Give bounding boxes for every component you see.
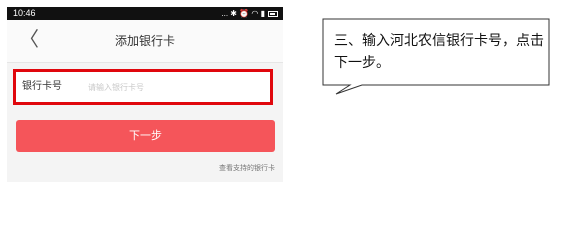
nav-bar: 〈 添加银行卡 [7, 20, 283, 63]
instruction-callout: 三、输入河北农信银行卡号，点击下一步。 [322, 18, 550, 95]
page-title: 添加银行卡 [114, 34, 175, 48]
supported-banks-link[interactable]: 查看支持的银行卡 [219, 163, 275, 173]
card-number-label: 银行卡号 [22, 81, 62, 92]
status-icons: ... ✱ ⏰ ◠ ▮ [221, 7, 278, 20]
status-time: 10:46 [13, 8, 36, 18]
card-number-input[interactable] [88, 79, 258, 95]
next-step-button[interactable]: 下一步 [16, 120, 275, 152]
status-bar: 10:46 ... ✱ ⏰ ◠ ▮ [7, 7, 283, 20]
callout-text: 三、输入河北农信银行卡号，点击下一步。 [334, 33, 544, 71]
status-icon-glyphs: ... ✱ ⏰ ◠ ▮ [221, 9, 265, 18]
card-number-field[interactable]: 银行卡号 [13, 69, 273, 105]
phone-screen: 10:46 ... ✱ ⏰ ◠ ▮ 〈 添加银行卡 银行卡号 下一步 查看支持的… [7, 7, 283, 182]
battery-icon [268, 10, 278, 17]
